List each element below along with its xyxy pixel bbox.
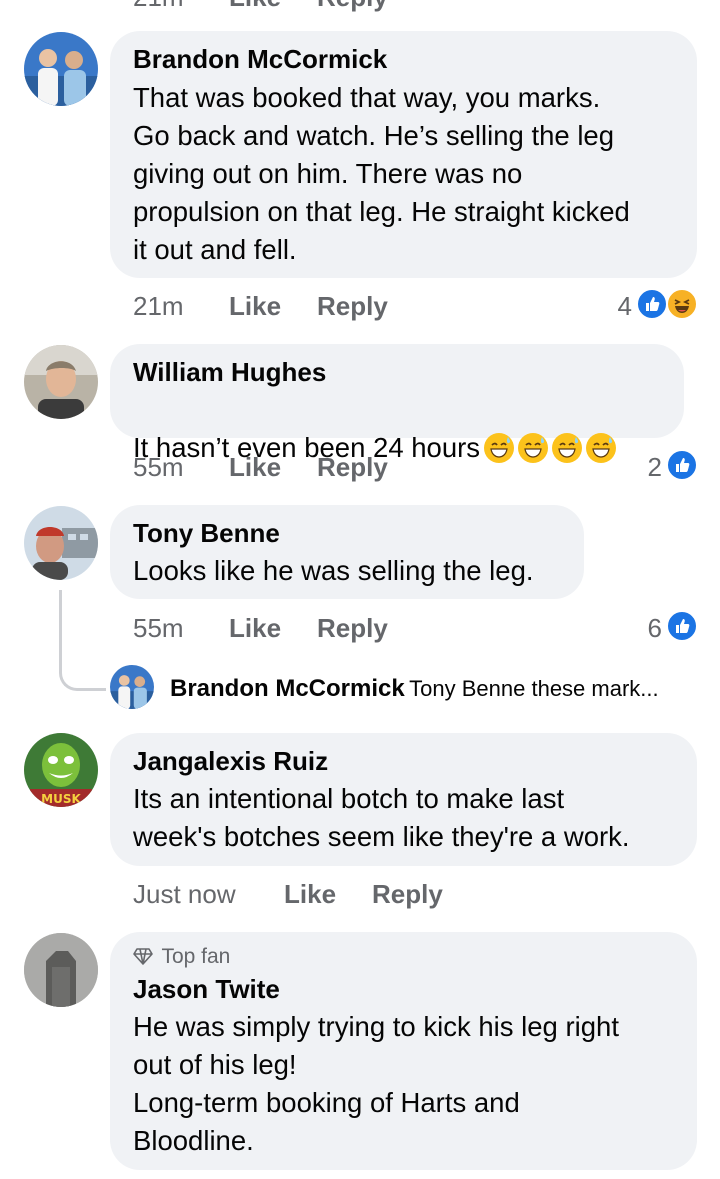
comment-text: That was booked that way, you marks. Go … bbox=[133, 82, 630, 265]
like-reaction-icon bbox=[636, 288, 668, 320]
comment-author[interactable]: Tony Benne bbox=[133, 518, 280, 549]
comment-text: He was simply trying to kick his leg rig… bbox=[133, 1011, 619, 1156]
avatar-reply-brandon-mccormick[interactable] bbox=[110, 665, 154, 709]
reply-button[interactable]: Reply bbox=[317, 452, 388, 483]
sweat-smile-emoji-icon bbox=[484, 433, 515, 463]
reaction-count[interactable]: 4 bbox=[600, 291, 632, 322]
haha-reaction-icon bbox=[666, 288, 698, 320]
comment-time: 55m bbox=[133, 452, 184, 482]
svg-text:MUSK: MUSK bbox=[41, 792, 81, 806]
comment-text: Looks like he was selling the leg. bbox=[133, 555, 534, 586]
reply-button[interactable]: Reply bbox=[372, 879, 443, 910]
avatar-tony-benne[interactable] bbox=[24, 506, 98, 580]
reaction-count[interactable]: 2 bbox=[630, 452, 662, 483]
sweat-smile-emoji-icon bbox=[552, 433, 583, 463]
top-fan-diamond-icon bbox=[133, 947, 153, 970]
comment-author[interactable]: William Hughes bbox=[133, 357, 326, 388]
reply-button[interactable]: Reply bbox=[317, 291, 388, 322]
reaction-count[interactable]: 6 bbox=[630, 613, 662, 644]
comment-time: 55m bbox=[133, 613, 184, 643]
comment-author[interactable]: Jangalexis Ruiz bbox=[133, 746, 328, 777]
avatar-jason-twite[interactable] bbox=[24, 933, 98, 1007]
comment-text: Its an intentional botch to make last we… bbox=[133, 783, 630, 852]
comment-time: 21m bbox=[133, 291, 184, 321]
avatar-brandon-mccormick[interactable] bbox=[24, 32, 98, 106]
comment-author[interactable]: Brandon McCormick bbox=[133, 44, 387, 75]
top-fan-badge: Top fan bbox=[133, 945, 230, 970]
comment-time: Just now bbox=[133, 879, 236, 909]
partial-like-button[interactable]: Like bbox=[229, 0, 281, 13]
like-button[interactable]: Like bbox=[229, 291, 281, 322]
reply-preview-text: Tony Benne these mark... bbox=[409, 676, 659, 701]
like-reaction-icon bbox=[666, 449, 698, 481]
like-reaction-icon bbox=[666, 610, 698, 642]
sweat-smile-emoji-icon bbox=[586, 433, 617, 463]
avatar-william-hughes[interactable] bbox=[24, 345, 98, 419]
sweat-smile-emoji-icon bbox=[518, 433, 549, 463]
comment-author[interactable]: Jason Twite bbox=[133, 974, 280, 1005]
top-fan-label: Top fan bbox=[161, 945, 231, 968]
like-button[interactable]: Like bbox=[229, 452, 281, 483]
comment-text-content: It hasn’t even been 24 hours bbox=[133, 432, 481, 463]
comment-text: It hasn’t even been 24 hours bbox=[133, 391, 683, 467]
reply-preview-author: Brandon McCormick bbox=[170, 675, 405, 702]
reply-button[interactable]: Reply bbox=[317, 613, 388, 644]
thread-connector-line bbox=[59, 590, 106, 691]
reply-preview[interactable]: Brandon McCormick Tony Benne these mark.… bbox=[170, 675, 659, 703]
partial-time: 21m bbox=[133, 0, 184, 13]
partial-reply-button[interactable]: Reply bbox=[317, 0, 388, 13]
like-button[interactable]: Like bbox=[284, 879, 336, 910]
avatar-jangalexis-ruiz[interactable]: MUSK bbox=[24, 733, 98, 807]
like-button[interactable]: Like bbox=[229, 613, 281, 644]
